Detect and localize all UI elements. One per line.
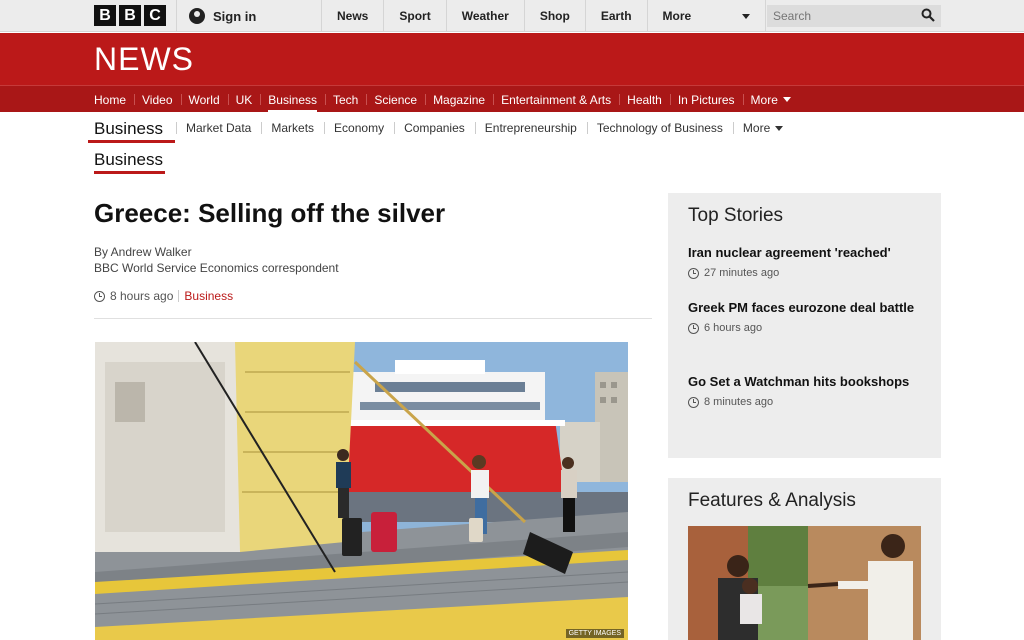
sign-in-link[interactable]: Sign in: [176, 0, 322, 32]
top-story-title[interactable]: Go Set a Watchman hits bookshops: [688, 372, 928, 391]
subnav-item-entrepreneurship[interactable]: Entrepreneurship: [474, 120, 587, 136]
article-meta: 8 hours ago Business: [94, 289, 233, 303]
news-nav: Home Video World UK Business Tech Scienc…: [0, 85, 1024, 113]
top-story-item[interactable]: Iran nuclear agreement 'reached' 27 minu…: [688, 243, 928, 279]
top-story-title[interactable]: Greek PM faces eurozone deal battle: [688, 298, 928, 317]
global-nav-more[interactable]: More: [648, 0, 766, 32]
top-story-time: 27 minutes ago: [688, 267, 928, 279]
subnav-item-economy[interactable]: Economy: [324, 120, 394, 136]
global-nav-shop[interactable]: Shop: [525, 0, 586, 32]
user-icon: [189, 8, 205, 24]
subnav-item-markets[interactable]: Markets: [261, 120, 324, 136]
subnav-title[interactable]: Business: [94, 119, 163, 139]
top-story-item[interactable]: Greek PM faces eurozone deal battle 6 ho…: [688, 298, 928, 334]
news-nav-entertainment-arts[interactable]: Entertainment & Arts: [493, 86, 619, 113]
chevron-down-icon: [741, 13, 750, 19]
subnav-title-underline: [88, 140, 175, 143]
features-analysis-panel: Features & Analysis: [668, 478, 941, 640]
business-subnav: Business Market Data Markets Economy Com…: [0, 113, 1024, 145]
bbc-logo-letter-b2: B: [119, 5, 141, 26]
meta-separator: [178, 290, 180, 302]
bbc-logo[interactable]: B B C: [94, 5, 166, 26]
news-nav-business[interactable]: Business: [260, 86, 325, 113]
top-story-time-label: 8 minutes ago: [704, 396, 774, 408]
bbc-logo-letter-c: C: [144, 5, 166, 26]
article-byline: By Andrew Walker BBC World Service Econo…: [94, 244, 339, 276]
news-nav-tech[interactable]: Tech: [325, 86, 366, 113]
global-nav-sport[interactable]: Sport: [384, 0, 447, 32]
news-logo[interactable]: NEWS: [94, 41, 194, 78]
article-author: By Andrew Walker: [94, 245, 192, 259]
top-story-item[interactable]: Go Set a Watchman hits bookshops 8 minut…: [688, 372, 928, 408]
section-label-underline: [94, 171, 165, 174]
news-nav-magazine[interactable]: Magazine: [425, 86, 493, 113]
article-time: 8 hours ago: [110, 289, 174, 303]
clock-icon: [688, 267, 699, 279]
top-story-time: 6 hours ago: [688, 322, 928, 334]
features-image[interactable]: [688, 526, 921, 640]
news-nav-in-pictures[interactable]: In Pictures: [669, 86, 743, 113]
top-stories-heading: Top Stories: [688, 205, 784, 226]
subnav-item-more[interactable]: More: [732, 120, 793, 136]
clock-icon: [688, 322, 699, 334]
news-nav-uk[interactable]: UK: [227, 86, 261, 113]
article-author-role: BBC World Service Economics corresponden…: [94, 261, 339, 275]
features-heading: Features & Analysis: [688, 490, 856, 511]
subnav-item-companies[interactable]: Companies: [394, 120, 475, 136]
clock-icon: [688, 396, 699, 408]
news-nav-video[interactable]: Video: [134, 86, 180, 113]
news-nav-world[interactable]: World: [180, 86, 228, 113]
image-credit: GETTY IMAGES: [565, 629, 624, 638]
article-category-link[interactable]: Business: [184, 289, 233, 303]
global-nav-news[interactable]: News: [322, 0, 385, 32]
section-label[interactable]: Business: [94, 150, 163, 170]
top-story-time: 8 minutes ago: [688, 396, 928, 408]
bbc-top-bar: B B C Sign in News Sport Weather Shop Ea…: [0, 0, 1024, 32]
news-nav-more[interactable]: More: [742, 86, 799, 113]
top-story-title[interactable]: Iran nuclear agreement 'reached': [688, 243, 928, 262]
article-hero-image: GETTY IMAGES: [95, 342, 628, 640]
subnav-item-technology-of-business[interactable]: Technology of Business: [586, 120, 733, 136]
news-nav-science[interactable]: Science: [366, 86, 425, 113]
search-box: [767, 5, 941, 27]
article-divider: [94, 318, 652, 319]
global-nav-weather[interactable]: Weather: [447, 0, 525, 32]
bbc-global-nav: News Sport Weather Shop Earth More: [322, 0, 766, 32]
chevron-down-icon: [782, 97, 791, 102]
top-story-time-label: 6 hours ago: [704, 322, 763, 334]
news-nav-health[interactable]: Health: [619, 86, 670, 113]
news-masthead: NEWS Home Video World UK Business Tech S…: [0, 33, 1024, 113]
bbc-logo-letter-b1: B: [94, 5, 116, 26]
sign-in-label: Sign in: [213, 8, 257, 24]
global-nav-earth[interactable]: Earth: [586, 0, 648, 32]
search-input[interactable]: [773, 9, 913, 23]
clock-icon: [94, 290, 105, 302]
top-story-time-label: 27 minutes ago: [704, 267, 780, 279]
subnav-item-market-data[interactable]: Market Data: [176, 120, 261, 136]
news-nav-home[interactable]: Home: [86, 86, 134, 113]
search-icon[interactable]: [917, 5, 941, 27]
article-headline: Greece: Selling off the silver: [94, 198, 446, 228]
chevron-down-icon: [775, 125, 784, 131]
top-stories-panel: Top Stories Iran nuclear agreement 'reac…: [668, 193, 941, 458]
subnav-more-label: More: [742, 121, 771, 135]
global-nav-more-label: More: [662, 9, 692, 23]
news-nav-more-label: More: [750, 92, 778, 107]
